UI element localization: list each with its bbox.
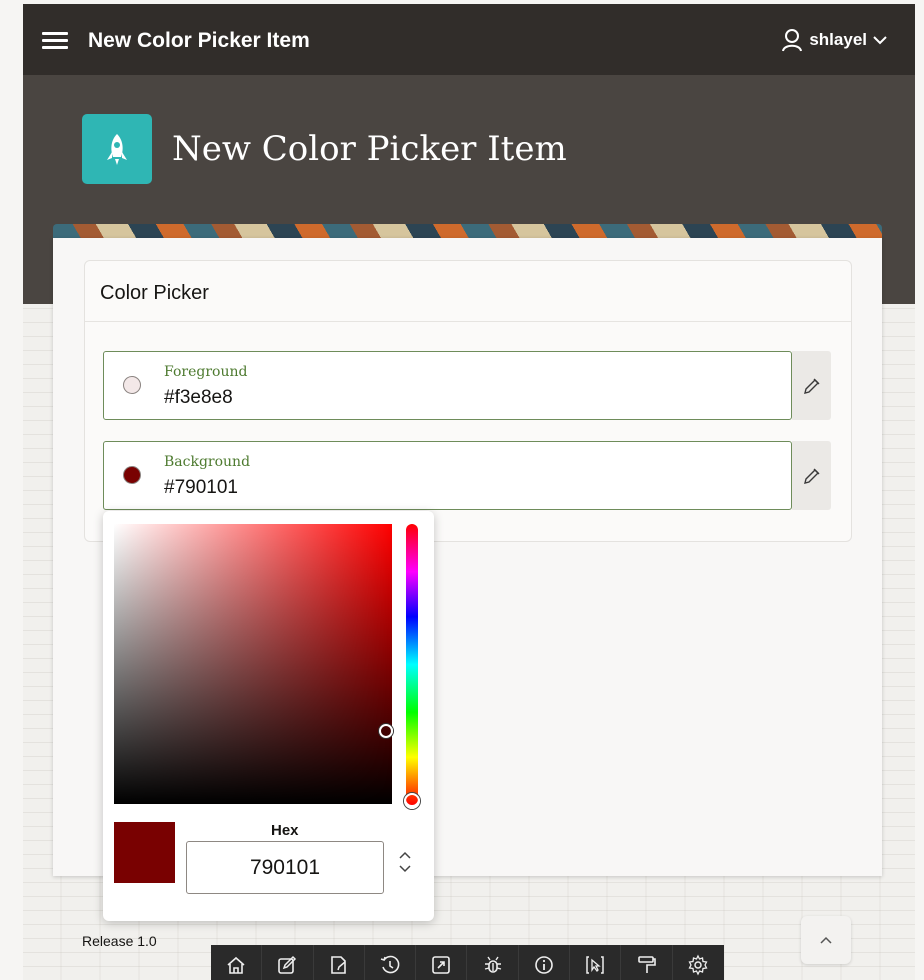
region-divider: [85, 321, 851, 322]
saturation-handle[interactable]: [379, 724, 393, 738]
background-eyedropper-button[interactable]: [792, 441, 831, 510]
foreground-value[interactable]: #f3e8e8: [164, 387, 233, 409]
region-title: Color Picker: [100, 282, 209, 304]
release-text: Release 1.0: [82, 933, 157, 949]
info-icon[interactable]: [519, 945, 571, 980]
user-menu[interactable]: shlayel: [781, 28, 887, 52]
hue-slider[interactable]: [406, 524, 418, 805]
hex-label: Hex: [271, 822, 299, 839]
background-value[interactable]: #790101: [164, 477, 238, 499]
hamburger-icon[interactable]: [37, 25, 73, 55]
quick-edit-icon[interactable]: [570, 945, 622, 980]
app-window: New Color Picker Item shlayel New Color …: [23, 4, 915, 980]
background-label: Background: [164, 454, 251, 470]
person-icon: [782, 29, 803, 52]
home-icon[interactable]: [211, 945, 263, 980]
settings-icon[interactable]: [673, 945, 724, 980]
chevron-down-icon: [873, 36, 887, 45]
debug-icon[interactable]: [467, 945, 519, 980]
eyedropper-icon: [803, 378, 819, 394]
color-picker-popup: Hex: [103, 511, 434, 921]
user-name: shlayel: [809, 30, 867, 49]
app-title[interactable]: New Color Picker Item: [88, 29, 310, 53]
history-icon[interactable]: [365, 945, 417, 980]
background-swatch: [123, 466, 141, 484]
saturation-value-area[interactable]: [114, 524, 393, 804]
decorative-banner: [53, 224, 882, 238]
color-preview-swatch: [114, 822, 175, 883]
foreground-color-field[interactable]: Foreground #f3e8e8: [103, 351, 792, 420]
rocket-icon: [82, 114, 152, 184]
foreground-eyedropper-button[interactable]: [792, 351, 831, 420]
background-color-field[interactable]: Background #790101: [103, 441, 792, 510]
top-navigation-bar: New Color Picker Item shlayel: [23, 4, 915, 75]
foreground-swatch: [123, 376, 141, 394]
hue-handle[interactable]: [404, 793, 420, 809]
scroll-to-top-button[interactable]: [801, 916, 851, 964]
session-icon[interactable]: [314, 945, 365, 980]
theme-roller-icon[interactable]: [621, 945, 673, 980]
chevron-up-icon: [820, 936, 832, 944]
up-down-chevron-icon[interactable]: [395, 847, 415, 877]
edit-page-icon[interactable]: [262, 945, 314, 980]
hex-input[interactable]: [186, 841, 384, 894]
open-external-icon[interactable]: [416, 945, 468, 980]
page-title: New Color Picker Item: [172, 129, 567, 169]
foreground-label: Foreground: [164, 364, 248, 380]
developer-toolbar: [211, 945, 724, 980]
eyedropper-icon: [803, 468, 819, 484]
